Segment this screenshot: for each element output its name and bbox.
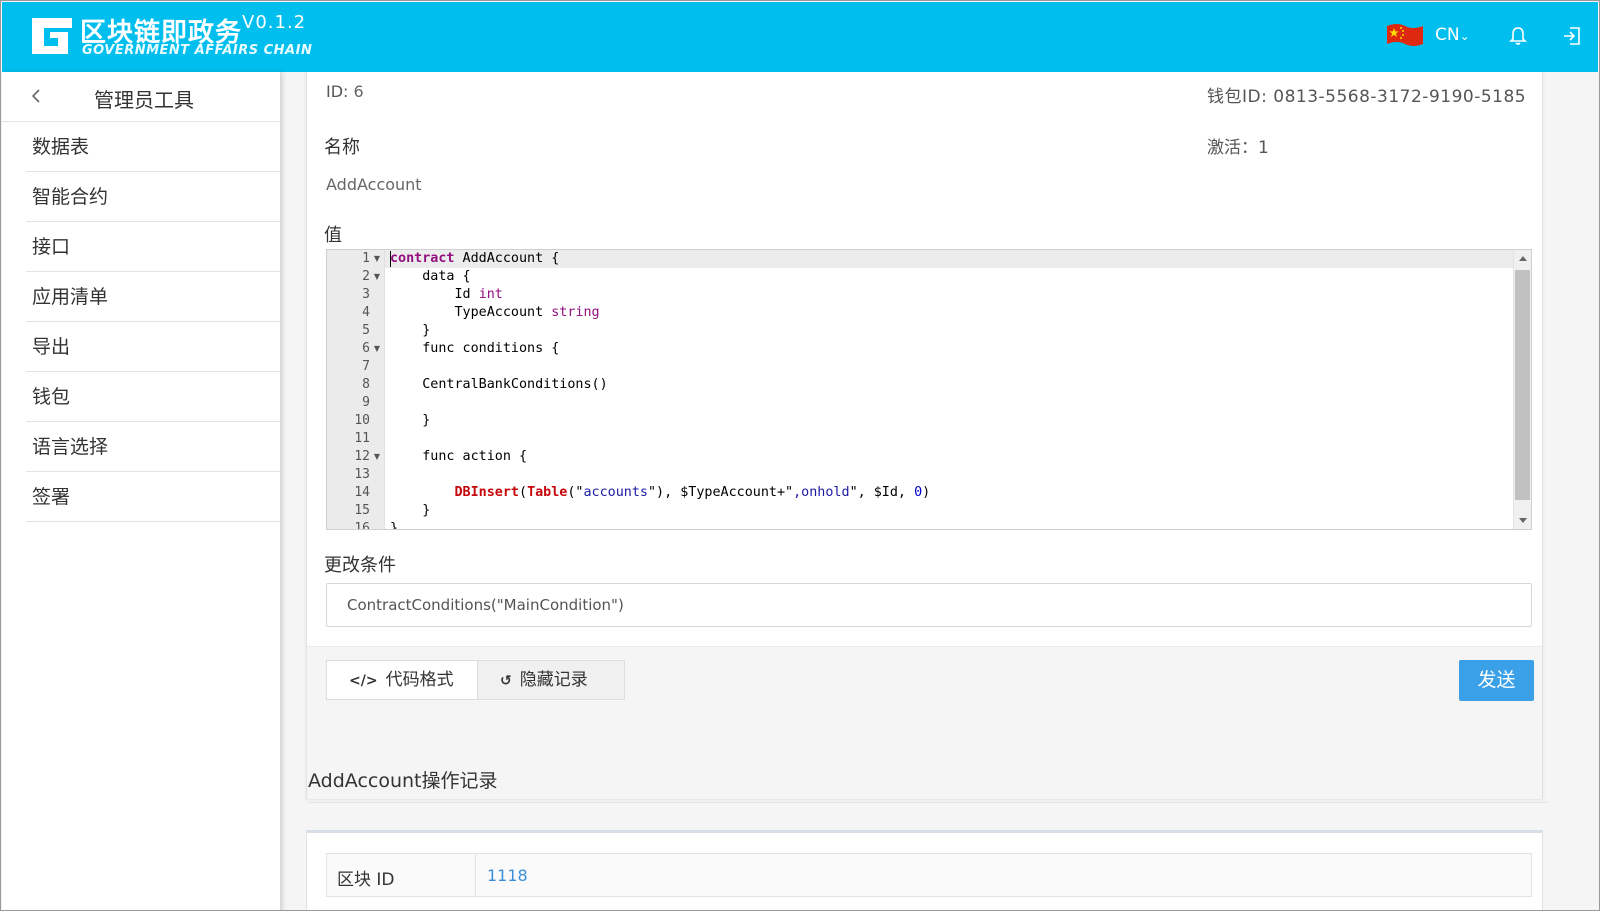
code-line[interactable]: Id int	[390, 286, 502, 304]
name-label: 名称	[324, 137, 360, 158]
scrollbar-thumb[interactable]	[1515, 270, 1530, 500]
history-card: 区块 ID 1118	[306, 830, 1543, 910]
history-icon: ↺	[500, 673, 512, 689]
fold-arrow-icon[interactable]: ▼	[374, 250, 380, 268]
sidebar: 管理员工具 数据表 智能合约 接口 应用清单 导出 钱包 语言选择 签署	[2, 72, 281, 910]
send-button[interactable]: 发送	[1459, 660, 1534, 701]
sidebar-item-sign[interactable]: 签署	[26, 472, 281, 522]
code-line[interactable]: TypeAccount string	[390, 304, 599, 322]
sidebar-item-export[interactable]: 导出	[26, 322, 281, 372]
code-text[interactable]: contract AddAccount { data { Id int Type…	[390, 250, 1511, 529]
sidebar-item-interface[interactable]: 接口	[26, 222, 281, 272]
contract-id-value: 6	[353, 82, 364, 101]
row-separator	[475, 854, 476, 896]
block-id-label: 区块 ID	[337, 870, 395, 890]
active-status: 激活：1	[1207, 133, 1269, 158]
sidebar-item-language[interactable]: 语言选择	[26, 422, 281, 472]
name-value: AddAccount	[326, 175, 422, 194]
wallet-id-value: 0813-5568-3172-9190-5185	[1273, 87, 1527, 107]
sidebar-item-contracts[interactable]: 智能合约	[26, 172, 281, 222]
contract-edit-card: ID: 6 钱包ID: 0813-5568-3172-9190-5185 名称 …	[306, 72, 1543, 799]
code-line[interactable]: func conditions {	[390, 340, 559, 358]
code-line[interactable]: func action {	[390, 448, 527, 466]
active-label: 激活：	[1207, 138, 1258, 158]
brand-subtitle: GOVERNMENT AFFAIRS CHAIN	[82, 43, 313, 58]
language-label: CN	[1435, 25, 1460, 45]
app-window: 区块链即政务 GOVERNMENT AFFAIRS CHAIN V0.1.2 C…	[0, 0, 1600, 911]
top-header: 区块链即政务 GOVERNMENT AFFAIRS CHAIN V0.1.2 C…	[2, 2, 1598, 72]
main-content: ID: 6 钱包ID: 0813-5568-3172-9190-5185 名称 …	[281, 72, 1599, 910]
contract-id-label: ID:	[326, 82, 349, 101]
conditions-input[interactable]: ContractConditions("MainCondition")	[326, 583, 1532, 627]
wallet-id-label: 钱包ID:	[1207, 87, 1268, 107]
sidebar-item-wallet[interactable]: 钱包	[26, 372, 281, 422]
code-line[interactable]: DBInsert(Table("accounts"), $TypeAccount…	[390, 484, 931, 502]
chevron-down-icon: ⌄	[1459, 29, 1470, 43]
code-line[interactable]: }	[390, 520, 398, 529]
sidebar-title: 管理员工具	[94, 88, 194, 112]
sidebar-header: 管理员工具	[2, 72, 281, 122]
code-line[interactable]: }	[390, 502, 430, 520]
chevron-left-icon[interactable]	[26, 86, 46, 106]
scroll-up-icon[interactable]	[1519, 256, 1527, 261]
language-selector[interactable]: CN⌄	[1435, 25, 1470, 45]
contract-id: ID: 6	[326, 82, 364, 101]
fold-arrow-icon[interactable]: ▼	[374, 340, 380, 358]
line-number-gutter: 1 ▼ 2 ▼ 3 4 5 6 ▼ 7 8 9 10 11 12 ▼ 13 14 15 …	[327, 250, 385, 529]
wallet-id: 钱包ID: 0813-5568-3172-9190-5185	[1207, 82, 1526, 107]
sidebar-menu: 数据表 智能合约 接口 应用清单 导出 钱包 语言选择 签署	[2, 122, 281, 522]
conditions-label: 更改条件	[324, 555, 396, 576]
fold-arrow-icon[interactable]: ▼	[374, 448, 380, 466]
code-icon: </>	[349, 673, 378, 689]
logout-icon[interactable]	[1561, 25, 1583, 47]
code-editor[interactable]: 1 ▼ 2 ▼ 3 4 5 6 ▼ 7 8 9 10 11 12 ▼ 13 14 15 …	[326, 249, 1532, 530]
code-format-button[interactable]: </> 代码格式	[326, 660, 478, 700]
hide-history-button[interactable]: ↺ 隐藏记录	[477, 660, 625, 700]
editor-scrollbar[interactable]	[1513, 250, 1531, 529]
sidebar-item-tables[interactable]: 数据表	[26, 122, 281, 172]
block-id-value[interactable]: 1118	[487, 866, 528, 885]
code-line[interactable]: }	[390, 412, 430, 430]
active-value: 1	[1258, 138, 1269, 158]
history-title: AddAccount操作记录	[308, 770, 498, 792]
history-divider	[308, 802, 1548, 803]
code-line[interactable]: CentralBankConditions()	[390, 376, 607, 394]
value-label: 值	[324, 225, 342, 246]
code-line[interactable]: data {	[390, 268, 470, 286]
china-flag-icon[interactable]	[1385, 22, 1425, 48]
scroll-down-icon[interactable]	[1519, 518, 1527, 523]
logo-icon	[32, 18, 72, 54]
sidebar-item-app-list[interactable]: 应用清单	[26, 272, 281, 322]
fold-arrow-icon[interactable]: ▼	[374, 268, 380, 286]
code-line[interactable]: contract AddAccount {	[390, 250, 559, 268]
code-format-label: 代码格式	[385, 670, 454, 690]
history-row: 区块 ID 1118	[326, 853, 1532, 897]
version-label: V0.1.2	[242, 12, 307, 33]
bell-icon[interactable]	[1507, 25, 1529, 47]
hide-history-label: 隐藏记录	[519, 670, 588, 690]
code-line[interactable]: }	[390, 322, 430, 340]
